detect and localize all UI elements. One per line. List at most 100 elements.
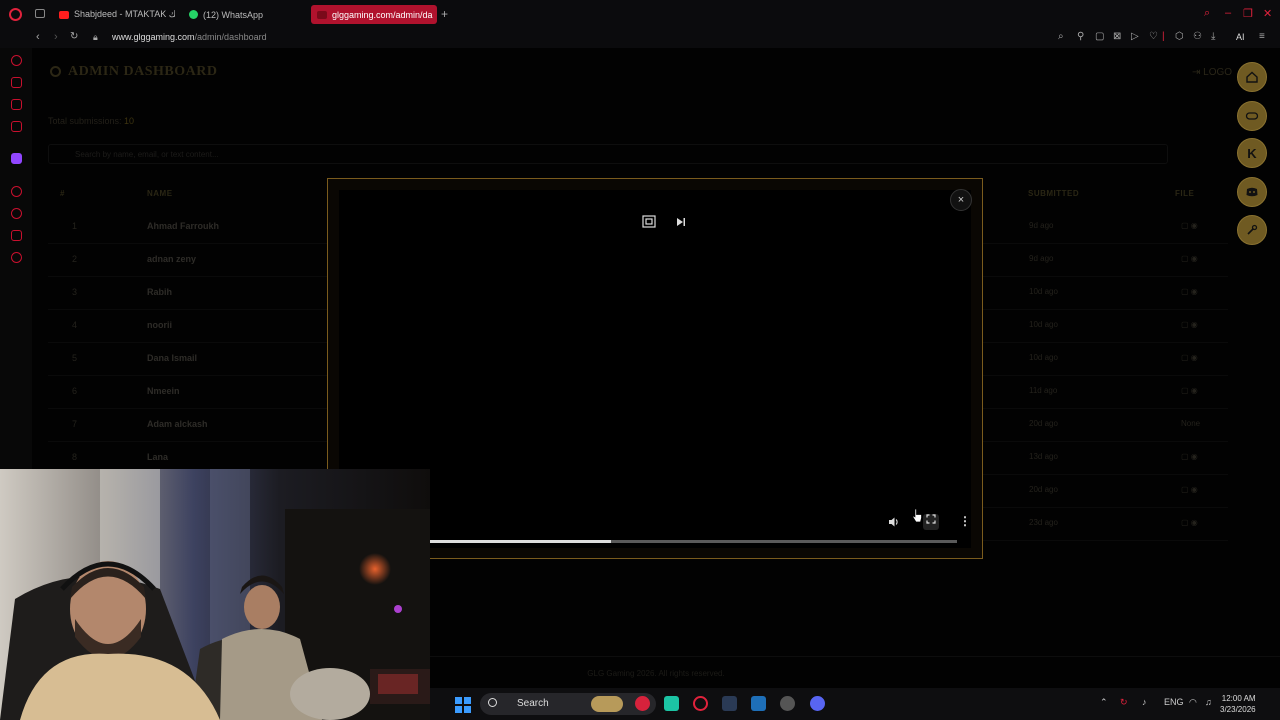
hand-cursor-icon (912, 508, 922, 523)
heart-icon[interactable]: ♡ (1149, 31, 1158, 42)
row-num: 8 (72, 452, 78, 462)
logout-button[interactable]: ⇥ LOGO (1192, 67, 1232, 78)
reload-icon[interactable]: ↻ (70, 31, 78, 42)
back-icon[interactable]: ‹ (36, 31, 40, 43)
snapshot-icon[interactable]: ▢ (1095, 31, 1104, 42)
row-submitted: 23d ago (1029, 518, 1058, 527)
kick-button[interactable]: K (1237, 138, 1267, 168)
windows-taskbar: Search ⌃ ↻ ♪ ENG ◠ ♫ 12:00 AM 3/23/2026 (430, 688, 1280, 720)
search-placeholder: Search by name, email, or text content..… (75, 150, 219, 159)
site-favicon-icon (317, 10, 327, 19)
picture-in-picture-button[interactable] (642, 215, 656, 233)
taskbar-search[interactable]: Search (480, 693, 656, 715)
row-submitted: 20d ago (1029, 485, 1058, 494)
discord-button[interactable] (1237, 177, 1267, 207)
menu-icon[interactable]: ≡ (1259, 31, 1265, 42)
mail-icon[interactable] (11, 121, 22, 132)
mic-icon[interactable]: ♪ (1142, 697, 1147, 707)
row-name: noorii (147, 320, 172, 330)
clock-date: 3/23/2026 (1220, 705, 1256, 714)
file-icon[interactable]: ▢ ◉ (1181, 485, 1198, 494)
file-icon[interactable]: ▢ ◉ (1181, 320, 1198, 329)
forward-icon[interactable]: › (54, 31, 58, 43)
file-icon[interactable]: ▢ ◉ (1181, 518, 1198, 527)
volume-icon (889, 517, 898, 527)
player-icon[interactable] (11, 186, 22, 197)
row-submitted: 20d ago (1029, 419, 1058, 428)
clock[interactable]: 12:00 AM 3/23/2026 (1220, 693, 1256, 715)
url-field[interactable]: www.glggaming.com/admin/dashboard (112, 32, 267, 42)
windows-start-icon[interactable] (455, 697, 471, 713)
profile-icon[interactable]: ⚇ (1193, 31, 1202, 42)
row-submitted: 9d ago (1029, 221, 1054, 230)
row-submitted: 11d ago (1029, 386, 1058, 395)
file-icon[interactable]: ▢ ◉ (1181, 452, 1198, 461)
volume-icon[interactable]: ♫ (1205, 697, 1212, 707)
history-icon[interactable] (11, 208, 22, 219)
photos-icon[interactable] (751, 696, 766, 711)
taskbar-search-label: Search (517, 698, 549, 709)
tab-glggaming[interactable]: glggaming.com/admin/da (311, 5, 437, 24)
settings-icon[interactable] (780, 696, 795, 711)
language-indicator[interactable]: ENG (1164, 697, 1184, 707)
opera-gx-icon[interactable] (693, 696, 708, 711)
more-options-button[interactable]: ⋮ (959, 514, 971, 528)
row-submitted: 9d ago (1029, 254, 1054, 263)
minimize-icon[interactable]: – (1225, 7, 1231, 19)
wifi-icon[interactable]: ◠ (1189, 697, 1197, 708)
restore-icon[interactable]: ❐ (1243, 7, 1253, 20)
total-submissions: Total submissions: 10 (48, 116, 134, 126)
file-icon[interactable]: ▢ ◉ (1181, 353, 1198, 362)
twitch-icon[interactable] (11, 153, 22, 164)
steam-icon[interactable] (722, 696, 737, 711)
shopping-icon[interactable] (11, 77, 22, 88)
row-name: Dana Ismail (147, 353, 198, 363)
file-icon[interactable]: ▢ ◉ (1181, 287, 1198, 296)
extensions-icon[interactable] (11, 230, 22, 241)
download-icon[interactable]: ⤓ (1211, 31, 1215, 42)
weather-widget-icon[interactable] (591, 696, 623, 712)
row-num: 1 (72, 221, 78, 231)
skip-next-button[interactable] (676, 217, 686, 229)
file-icon[interactable]: ▢ ◉ (1181, 254, 1198, 263)
pin-icon[interactable]: ⚲ (1077, 31, 1084, 42)
tab-islands-icon[interactable] (35, 9, 45, 18)
file-icon[interactable]: ▢ ◉ (1181, 221, 1198, 230)
adblock-icon[interactable]: ⊠ (1113, 31, 1121, 42)
search-tabs-icon[interactable]: ⌕ (1204, 7, 1210, 20)
video-player[interactable]: ⋮ (339, 190, 971, 548)
tools-button[interactable] (1237, 215, 1267, 245)
extensions-icon[interactable]: ⬡ (1175, 31, 1184, 42)
app-icon[interactable] (664, 696, 679, 711)
home-button[interactable] (1237, 62, 1267, 92)
opera-logo-icon[interactable] (9, 8, 22, 21)
volume-button[interactable] (888, 516, 900, 531)
tab-youtube[interactable]: Shabjdeed - MTAKTAK ملك (53, 5, 175, 24)
settings-icon[interactable] (11, 252, 22, 263)
aria-ai-button[interactable]: AI (1236, 32, 1245, 42)
tray-overflow-icon[interactable]: ⌃ (1100, 697, 1108, 708)
valorant-icon[interactable] (635, 696, 650, 711)
zoom-icon[interactable]: ⌕ (1058, 31, 1064, 42)
url-domain: www.glggaming.com (112, 32, 195, 42)
row-submitted: 10d ago (1029, 287, 1058, 296)
aria-icon[interactable] (11, 55, 22, 66)
row-name: Ahmad Farroukh (147, 221, 220, 231)
lock-icon[interactable]: 🔒︎ (93, 32, 98, 43)
fullscreen-button[interactable] (923, 514, 939, 530)
tab-whatsapp[interactable]: (12) WhatsApp (183, 5, 293, 24)
search-input[interactable]: Search by name, email, or text content..… (48, 144, 1168, 164)
play-icon[interactable]: ▷ (1131, 31, 1139, 42)
messenger-icon[interactable] (11, 99, 22, 110)
discord-icon[interactable] (810, 696, 825, 711)
browser-tab-bar: Shabjdeed - MTAKTAK ملك (12) WhatsApp gl… (0, 0, 1280, 28)
close-modal-button[interactable]: × (950, 189, 972, 211)
logout-label: LOGO (1203, 67, 1233, 78)
wrench-icon (1247, 224, 1258, 235)
new-tab-icon[interactable]: + (441, 7, 448, 21)
sync-icon[interactable]: ↻ (1120, 697, 1128, 708)
games-button[interactable] (1237, 101, 1267, 131)
close-window-icon[interactable]: ✕ (1263, 7, 1272, 20)
seek-bar[interactable] (339, 540, 957, 543)
file-icon[interactable]: ▢ ◉ (1181, 386, 1198, 395)
